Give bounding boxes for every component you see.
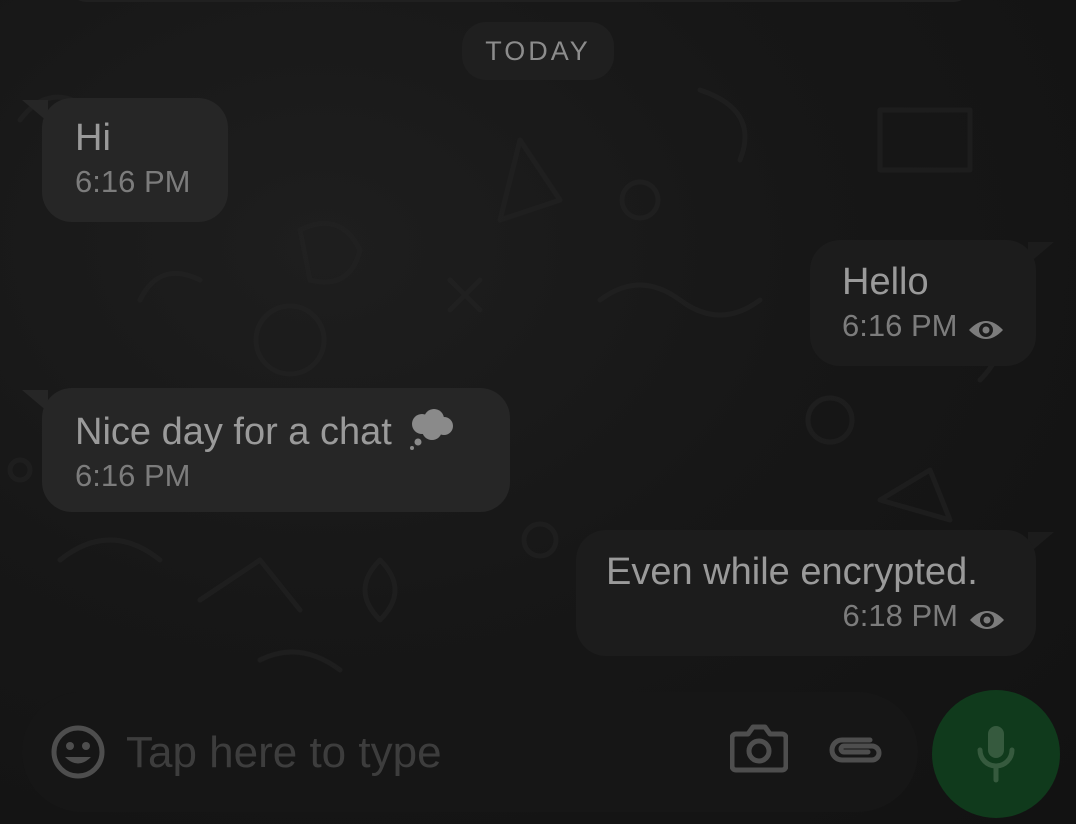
microphone-button[interactable] xyxy=(932,690,1060,818)
smiley-icon[interactable] xyxy=(50,724,106,780)
message-input[interactable] xyxy=(126,722,686,784)
message-bubble-outgoing[interactable]: Hello 6:16 PM xyxy=(810,240,1036,366)
message-time: 6:16 PM xyxy=(842,308,958,343)
eye-icon xyxy=(968,604,1006,629)
message-text: Even while encrypted. xyxy=(606,551,978,593)
message-time: 6:18 PM xyxy=(842,598,958,633)
message-bubble-outgoing[interactable]: Even while encrypted. 6:18 PM xyxy=(576,530,1036,656)
message-time: 6:16 PM xyxy=(75,164,191,199)
paperclip-icon[interactable] xyxy=(826,730,884,770)
message-bubble-incoming[interactable]: Hi 6:16 PM xyxy=(42,98,228,222)
message-text: Nice day for a chat xyxy=(75,411,392,453)
message-text: Hi xyxy=(75,117,111,159)
previous-message-edge xyxy=(70,0,970,2)
message-time: 6:16 PM xyxy=(75,458,191,493)
message-bubble-incoming[interactable]: Nice day for a chat 6:16 PM xyxy=(42,388,510,512)
message-text: Hello xyxy=(842,261,929,303)
chat-screen: TODAY Hi 6:16 PM Hello 6:16 PM Nice day … xyxy=(0,0,1076,824)
date-separator-label: TODAY xyxy=(485,35,591,66)
thought-cloud-icon xyxy=(408,408,454,450)
microphone-icon xyxy=(977,726,1015,783)
eye-icon xyxy=(967,314,1005,339)
date-separator: TODAY xyxy=(462,22,614,80)
camera-icon[interactable] xyxy=(729,722,789,774)
